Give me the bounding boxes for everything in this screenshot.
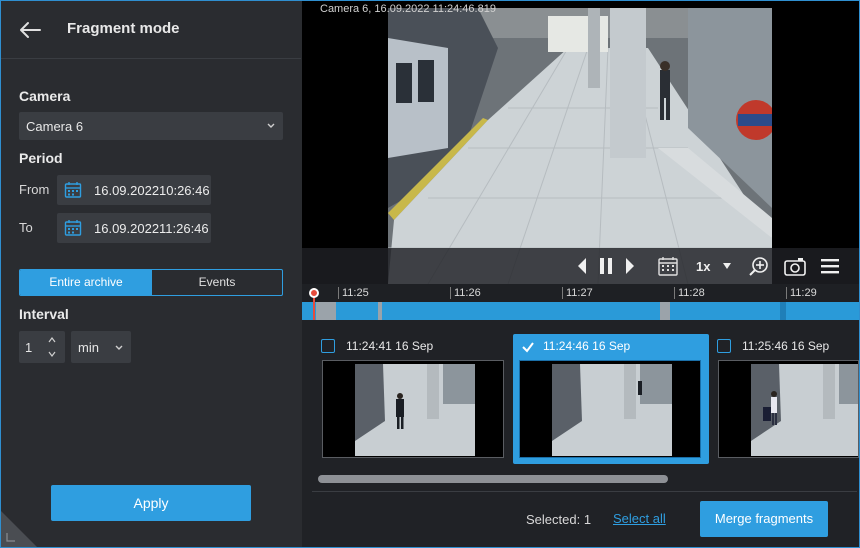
footer-divider [312,491,857,492]
fragment-thumbnail[interactable] [519,360,701,458]
player-controls-bar: 1x [302,248,859,284]
fragment-card-selected[interactable]: 11:24:46 16 Sep [513,334,709,464]
to-date: 16.09.2022 [94,221,160,236]
timeline-fragment-marker [780,302,786,320]
mode-toggle: Entire archive Events [19,269,283,296]
panel-header: Fragment mode [1,1,301,59]
thumbnail-image [719,361,858,457]
menu-icon[interactable] [820,258,840,274]
interval-unit-value: min [78,340,99,355]
back-arrow-icon[interactable] [17,17,43,43]
camera-select-value: Camera 6 [26,119,84,134]
from-time: 10:26:46 [159,183,210,198]
step-back-icon[interactable] [576,257,588,275]
video-player[interactable]: Camera 6, 16.09.2022 11:24:46.819 1x [302,1,859,284]
interval-unit-select[interactable]: min [71,331,131,363]
stepper-up-icon[interactable] [47,336,57,344]
speed-dropdown-icon[interactable] [722,262,732,270]
interval-value: 1 [25,340,33,355]
fragment-thumbnail[interactable] [718,360,859,458]
entire-archive-tab[interactable]: Entire archive [20,270,152,295]
fragment-card[interactable]: 11:25:46 16 Sep [712,334,860,464]
timeline-fragment-marker [660,302,670,320]
selected-count: Selected: 1 [526,512,592,527]
timeline-tick [562,287,563,299]
apply-button[interactable]: Apply [51,485,251,521]
playback-speed[interactable]: 1x [696,259,710,274]
fragment-card[interactable]: 11:24:41 16 Sep [316,334,512,464]
playhead-handle[interactable] [309,288,319,298]
timeline-tick [450,287,451,299]
archive-timeline[interactable]: 11:25 11:26 11:27 11:28 11:29 [302,284,859,320]
select-all-link[interactable]: Select all [613,511,666,526]
chevron-down-icon [115,345,123,350]
events-tab[interactable]: Events [152,270,282,295]
to-datetime-field[interactable]: 16.09.2022 11:26:46 [57,213,211,243]
fragment-card-header: 11:24:46 16 Sep [513,334,709,358]
thumbnail-image [520,361,700,457]
fragment-checkbox[interactable] [717,339,731,353]
calendar-icon[interactable] [657,255,679,277]
timeline-tick [338,287,339,299]
archive-viewer: Camera 6, 16.09.2022 11:24:46.819 1x 11:… [302,1,859,547]
timeline-tick-label: 11:29 [790,287,817,299]
step-forward-icon[interactable] [624,257,636,275]
timeline-tick-label: 11:26 [454,287,481,299]
interval-value-stepper[interactable]: 1 [19,331,65,363]
timeline-tick [786,287,787,299]
timeline-tick-label: 11:28 [678,287,705,299]
page-title: Fragment mode [67,20,180,37]
snapshot-camera-icon[interactable] [784,256,806,276]
from-label: From [19,182,50,197]
timeline-fragment-marker [316,302,336,320]
fragment-card-header: 11:25:46 16 Sep [712,334,860,358]
resize-corner-icon[interactable] [1,511,37,547]
fragment-checkbox[interactable] [321,339,335,353]
from-datetime-field[interactable]: 16.09.2022 10:26:46 [57,175,211,205]
calendar-icon[interactable] [64,219,82,237]
pause-icon[interactable] [599,257,613,275]
fragment-settings-panel: Fragment mode Camera Camera 6 Period Fro… [1,1,301,547]
timeline-tick-label: 11:27 [566,287,593,299]
fragment-timestamp: 11:24:41 16 Sep [346,339,434,353]
checkmark-icon[interactable] [521,340,535,354]
video-overlay-timestamp: Camera 6, 16.09.2022 11:24:46.819 [320,3,496,15]
timeline-fragment-marker [378,302,382,320]
fragments-scrollbar[interactable] [318,475,668,483]
camera-label: Camera [19,88,71,104]
zoom-in-icon[interactable] [748,255,770,277]
period-label: Period [19,150,63,166]
timeline-tick-label: 11:25 [342,287,369,299]
merge-fragments-button[interactable]: Merge fragments [700,501,828,537]
fragment-timestamp: 11:25:46 16 Sep [742,339,830,353]
timeline-track[interactable] [302,302,859,320]
fragment-thumbnail[interactable] [322,360,504,458]
camera-video-frame [388,8,772,284]
calendar-icon[interactable] [64,181,82,199]
timeline-tick [674,287,675,299]
stepper-down-icon[interactable] [47,350,57,358]
fragment-card-header: 11:24:41 16 Sep [316,334,512,358]
thumbnail-image [323,361,503,457]
from-date: 16.09.2022 [94,183,160,198]
to-label: To [19,220,33,235]
to-time: 11:26:46 [159,221,209,236]
interval-label: Interval [19,306,69,322]
camera-select[interactable]: Camera 6 [19,112,283,140]
chevron-down-icon [267,123,275,128]
fragment-timestamp: 11:24:46 16 Sep [543,339,631,353]
